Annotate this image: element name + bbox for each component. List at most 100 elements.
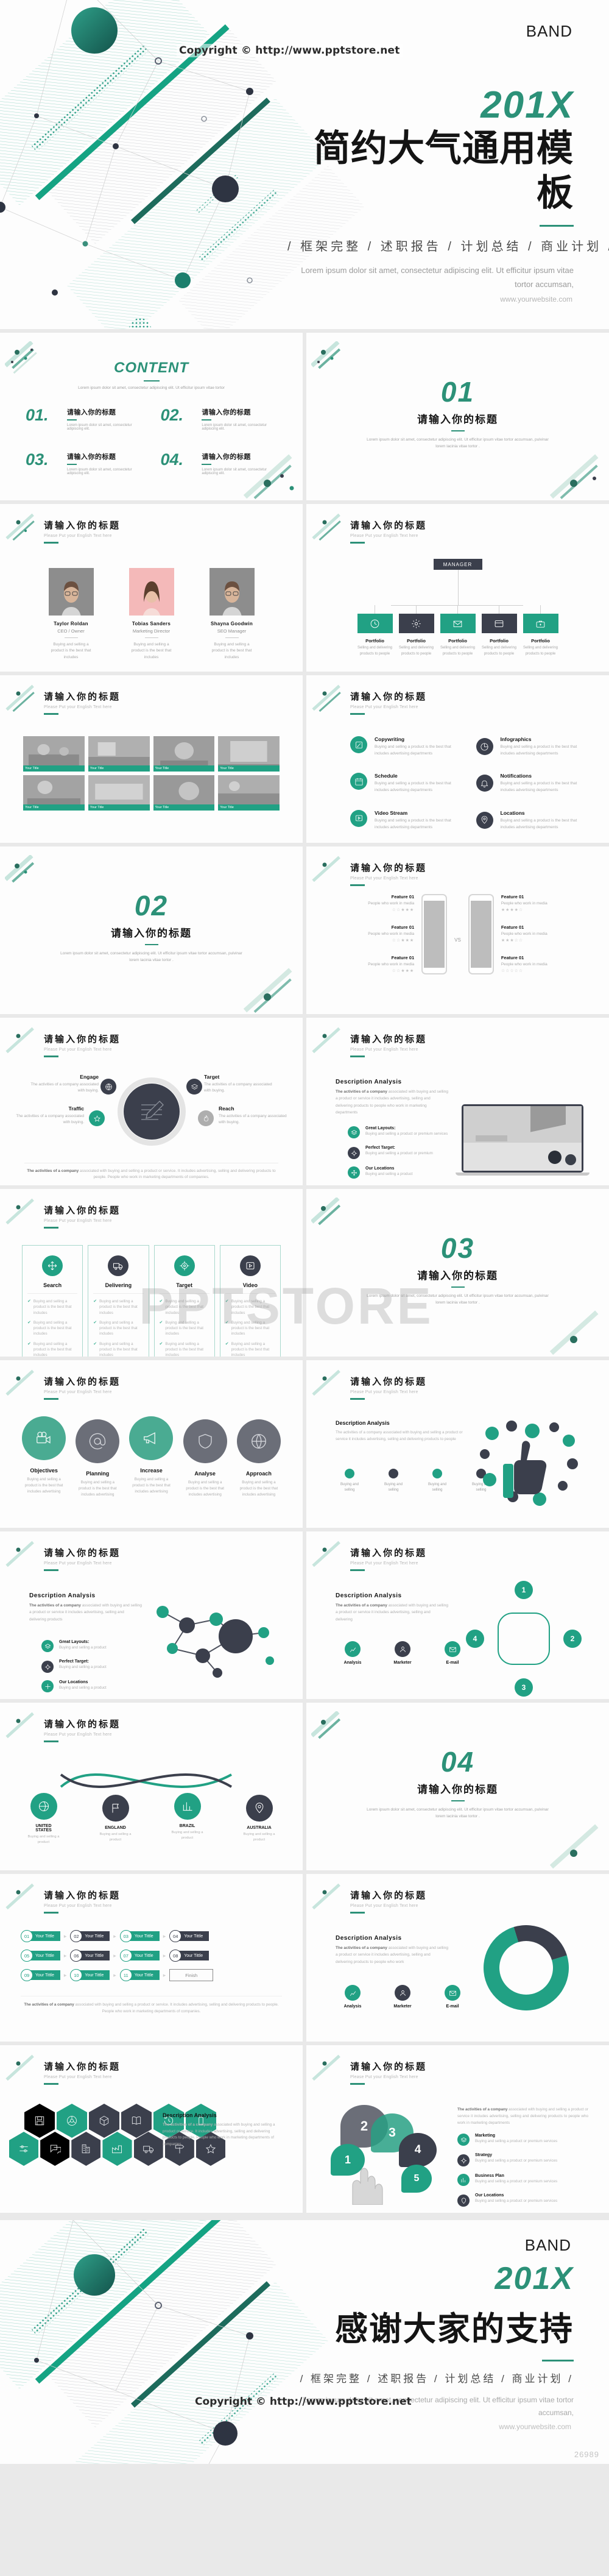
slide-bubble-list[interactable]: 请输入你的标题 Please Put your English Text her… xyxy=(306,2045,609,2213)
slide-four-step-circle[interactable]: 请输入你的标题 Please Put your English Text her… xyxy=(306,1531,609,1699)
team-member[interactable]: Taylor Roldan CEO / Owner Buying and sel… xyxy=(48,568,94,661)
feature-card[interactable]: Search ✔ Buying and selling a product is … xyxy=(22,1245,83,1357)
circle-item[interactable]: Planning Buying and selling a product is … xyxy=(74,1416,121,1498)
feature-card[interactable]: Video ✔ Buying and selling a product is t… xyxy=(219,1245,281,1357)
building-icon[interactable] xyxy=(71,2132,101,2166)
slide-section-03[interactable]: 03 请输入你的标题 Lorem ipsum dolor sit amet, c… xyxy=(306,1189,609,1357)
slide-team[interactable]: 请输入你的标题 Please Put your English Text her… xyxy=(0,504,303,672)
list-item[interactable]: Our Locations Buying and selling a produc… xyxy=(457,2193,588,2207)
photo-thumb[interactable]: Your Title xyxy=(153,736,215,772)
slide-five-circles[interactable]: 请输入你的标题 Please Put your English Text her… xyxy=(0,1360,303,1528)
slide-donut-chart[interactable]: 请输入你的标题 Please Put your English Text her… xyxy=(306,1874,609,2042)
team-member[interactable]: Tobias Sanders Marketing Director Buying… xyxy=(128,568,174,661)
description-item[interactable]: Our Locations Buying and selling a produc… xyxy=(348,1166,460,1179)
feature-card[interactable]: Delivering ✔ Buying and selling a product… xyxy=(88,1245,149,1357)
description-item[interactable]: Perfect Target: Buying and selling a prod… xyxy=(348,1146,460,1159)
legend-item[interactable]: Buying and selling xyxy=(336,1469,364,1493)
org-manager-box[interactable]: MANAGER xyxy=(433,559,482,570)
step-item[interactable]: 03 Your Tittle xyxy=(119,1930,160,1942)
content-item[interactable]: 03. 请输入你的标题 Lorem ipsum dolor sit amet, co… xyxy=(26,452,143,476)
legend-item[interactable]: Marketer xyxy=(385,1985,420,2009)
description-item[interactable]: Great Layouts: Buying and selling a produ… xyxy=(41,1640,154,1652)
legend-item[interactable]: Buying and selling xyxy=(423,1469,451,1493)
step-item[interactable]: 11 Your Tittle xyxy=(119,1969,160,1981)
org-node[interactable]: Portfolio Selling and delivering products… xyxy=(398,605,434,657)
slide-steps-ribbon[interactable]: 请输入你的标题 Please Put your English Text her… xyxy=(0,1874,303,2042)
icon-feature[interactable]: Locations Buying and selling a product is… xyxy=(476,810,584,831)
step-item[interactable]: 07 Your Tittle xyxy=(119,1950,160,1962)
photo-thumb[interactable]: Your Title xyxy=(153,775,215,811)
flow-node[interactable]: ENGLAND Buying and selling a product xyxy=(99,1793,132,1845)
legend-item[interactable]: E-mail xyxy=(435,1641,470,1665)
layers-icon[interactable] xyxy=(186,1079,202,1095)
icon-feature[interactable]: Notifications Buying and selling a produc… xyxy=(476,773,584,793)
list-item[interactable]: Strategy Buying and selling a product or … xyxy=(457,2153,588,2167)
content-item[interactable]: 01. 请输入你的标题 Lorem ipsum dolor sit amet, co… xyxy=(26,407,143,431)
org-node[interactable]: Portfolio Selling and delivering products… xyxy=(523,605,558,657)
slide-section-04[interactable]: 04 请输入你的标题 Lorem ipsum dolor sit amet, c… xyxy=(306,1703,609,1870)
slide-circle-diagram[interactable]: 请输入你的标题 Please Put your English Text her… xyxy=(0,1018,303,1185)
legend-item[interactable]: E-mail xyxy=(435,1985,470,2009)
step-item[interactable]: 02 Your Tittle xyxy=(70,1930,110,1942)
description-item[interactable]: Our Locations Buying and selling a produc… xyxy=(41,1680,154,1692)
flow-node[interactable]: AUSTRALIA Buying and selling a product xyxy=(243,1793,276,1845)
sliders-icon[interactable] xyxy=(9,2132,39,2166)
feature-entry[interactable]: Feature 01 People who work in media ☆☆★★★ xyxy=(341,924,414,943)
slide-content[interactable]: CONTENT Lorem ipsum dolor sit amet, cons… xyxy=(0,333,303,500)
icon-feature[interactable]: Schedule Buying and selling a product is … xyxy=(350,773,458,793)
legend-item[interactable]: Analysis xyxy=(336,1641,370,1665)
icon-feature[interactable]: Infographics Buying and selling a product… xyxy=(476,736,584,757)
org-node[interactable]: Portfolio Selling and delivering products… xyxy=(481,605,517,657)
photo-thumb[interactable]: Your Title xyxy=(23,736,85,772)
list-item[interactable]: Business Plan Buying and selling a produc… xyxy=(457,2174,588,2187)
step-item[interactable]: 10 Your Tittle xyxy=(70,1969,110,1981)
photo-thumb[interactable]: Your Title xyxy=(218,736,280,772)
step-number[interactable]: 2 xyxy=(563,1630,582,1648)
content-item[interactable]: 02. 请输入你的标题 Lorem ipsum dolor sit amet, co… xyxy=(161,407,278,431)
slide-section-02[interactable]: 02 请输入你的标题 Lorem ipsum dolor sit amet, c… xyxy=(0,846,303,1014)
slide-hexagon-icons[interactable]: 请输入你的标题 Please Put your English Text her… xyxy=(0,2045,303,2213)
list-item[interactable]: Marketing Buying and selling a product or… xyxy=(457,2134,588,2146)
step-item[interactable]: 08 Your Tittle xyxy=(169,1950,209,1962)
circle-item[interactable]: Increase Buying and selling a product is … xyxy=(128,1416,174,1498)
photo-thumb[interactable]: Your Title xyxy=(23,775,85,811)
flow-node[interactable]: UNITED STATES Buying and selling a produc… xyxy=(27,1793,60,1845)
step-item[interactable]: 09 Your Tittle xyxy=(21,1969,60,1981)
circle-item[interactable]: Approach Buying and selling a product is … xyxy=(236,1416,282,1498)
step-item[interactable]: 06 Your Tittle xyxy=(70,1950,110,1962)
feature-entry[interactable]: Feature 01 People who work in media ☆☆★★★ xyxy=(341,894,414,912)
slide-feature-compare[interactable]: 请输入你的标题 Please Put your English Text her… xyxy=(306,846,609,1014)
legend-item[interactable]: Buying and selling xyxy=(379,1469,407,1493)
bubble[interactable]: 4 xyxy=(399,2133,437,2167)
finish-button[interactable]: Finish xyxy=(169,1969,214,1981)
slide-section-01[interactable]: 01 请输入你的标题 Lorem ipsum dolor sit amet, c… xyxy=(306,333,609,500)
slide-photo-grid[interactable]: 请输入你的标题 Please Put your English Text her… xyxy=(0,675,303,843)
flow-node[interactable]: BRAZIL Buying and selling a product xyxy=(171,1793,204,1845)
step-item[interactable]: 05 Your Tittle xyxy=(21,1950,60,1962)
step-number[interactable]: 3 xyxy=(515,1678,533,1697)
circle-item[interactable]: Analyse Buying and selling a product is t… xyxy=(182,1416,228,1498)
icon-feature[interactable]: Video Stream Buying and selling a product… xyxy=(350,809,458,831)
feature-entry[interactable]: Feature 01 People who work in media ★★★☆☆ xyxy=(501,924,574,943)
feature-entry[interactable]: Feature 01 People who work in media ★★★★☆ xyxy=(501,894,574,912)
slide-arrow-flow[interactable]: 请输入你的标题 Please Put your English Text her… xyxy=(0,1703,303,1870)
feature-card[interactable]: Target ✔ Buying and selling a product is … xyxy=(153,1245,215,1357)
slide-thumbs-up[interactable]: 请输入你的标题 Please Put your English Text her… xyxy=(306,1360,609,1528)
photo-thumb[interactable]: Your Title xyxy=(88,775,150,811)
slide-org-chart[interactable]: 请输入你的标题 Please Put your English Text her… xyxy=(306,504,609,672)
legend-item[interactable]: Analysis xyxy=(336,1985,370,2009)
description-item[interactable]: Great Layouts: Buying and selling a produ… xyxy=(348,1126,460,1138)
team-member[interactable]: Shayna Goodwin SEO Manager Buying and se… xyxy=(209,568,255,661)
photo-thumb[interactable]: Your Title xyxy=(218,775,280,811)
flame-icon[interactable] xyxy=(198,1110,214,1126)
star-icon[interactable] xyxy=(89,1110,105,1126)
step-item[interactable]: 01 Your Tittle xyxy=(21,1930,60,1942)
org-node[interactable]: Portfolio Selling and delivering products… xyxy=(440,605,476,657)
step-number[interactable]: 1 xyxy=(515,1581,533,1599)
org-node[interactable]: Portfolio Selling and delivering products… xyxy=(357,605,393,657)
photo-thumb[interactable]: Your Title xyxy=(88,736,150,772)
slide-node-cluster[interactable]: 请输入你的标题 Please Put your English Text her… xyxy=(0,1531,303,1699)
slide-icon-list[interactable]: 请输入你的标题 Please Put your English Text her… xyxy=(306,675,609,843)
feature-entry[interactable]: Feature 01 People who work in media ☆☆★★★ xyxy=(341,955,414,973)
globe-icon[interactable] xyxy=(100,1079,116,1095)
